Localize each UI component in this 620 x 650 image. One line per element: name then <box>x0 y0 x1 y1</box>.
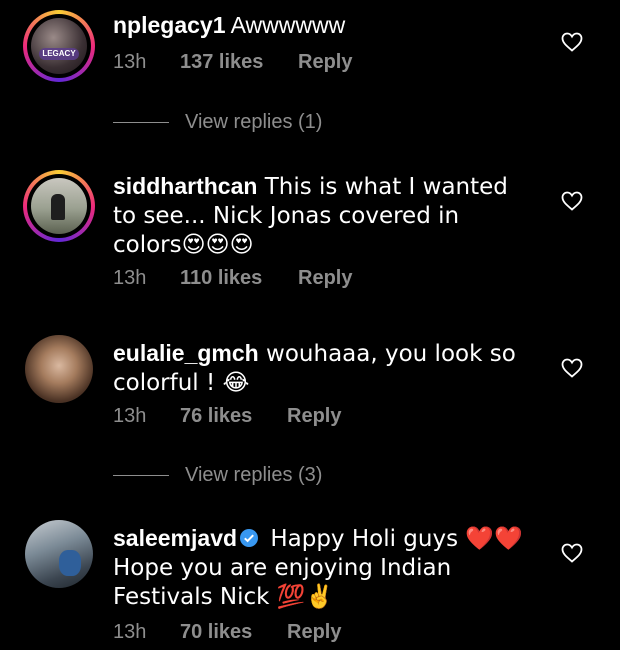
username[interactable]: saleemjavd <box>113 525 237 551</box>
username[interactable]: eulalie_gmch <box>113 340 259 366</box>
comment-text: saleemjavd Happy Holi guys ❤️❤️ Hope you… <box>113 524 533 611</box>
likes-count[interactable]: 70 likes <box>180 621 287 644</box>
comment-text: siddharthcan This is what I wanted to se… <box>113 172 533 259</box>
username[interactable]: nplegacy1 <box>113 12 226 38</box>
comment-meta: 13h 110 likes Reply <box>113 267 352 290</box>
likes-count[interactable]: 137 likes <box>180 51 298 74</box>
comment-text: nplegacy1 Awwwwww <box>113 11 533 39</box>
divider-line <box>113 122 169 123</box>
reply-button[interactable]: Reply <box>287 621 341 644</box>
heart-outline-icon[interactable] <box>560 541 584 565</box>
avatar[interactable] <box>25 335 93 403</box>
reply-button[interactable]: Reply <box>298 267 352 290</box>
avatar[interactable]: LEGACY <box>23 10 95 82</box>
view-replies-button[interactable]: View replies (1) <box>113 111 322 134</box>
comment-meta: 13h 76 likes Reply <box>113 405 341 428</box>
view-replies-button[interactable]: View replies (3) <box>113 464 322 487</box>
comment-text: eulalie_gmch wouhaaa, you look so colorf… <box>113 339 533 397</box>
avatar[interactable] <box>23 170 95 242</box>
comment-meta: 13h 137 likes Reply <box>113 51 352 74</box>
view-replies-label: View replies (1) <box>185 111 323 133</box>
heart-outline-icon[interactable] <box>560 189 584 213</box>
heart-outline-icon[interactable] <box>560 30 584 54</box>
timestamp: 13h <box>113 51 147 73</box>
avatar[interactable] <box>25 520 93 588</box>
username[interactable]: siddharthcan <box>113 173 257 199</box>
timestamp: 13h <box>113 621 147 643</box>
heart-outline-icon[interactable] <box>560 356 584 380</box>
divider-line <box>113 475 169 476</box>
likes-count[interactable]: 110 likes <box>180 267 298 290</box>
reply-button[interactable]: Reply <box>287 405 341 428</box>
view-replies-label: View replies (3) <box>185 464 323 486</box>
verified-badge-icon <box>240 529 259 547</box>
comment-meta: 13h 70 likes Reply <box>113 621 341 644</box>
avatar-badge: LEGACY <box>39 48 79 60</box>
reply-button[interactable]: Reply <box>298 51 352 74</box>
timestamp: 13h <box>113 267 147 289</box>
comment-body: Awwwwww <box>225 12 346 38</box>
likes-count[interactable]: 76 likes <box>180 405 287 428</box>
timestamp: 13h <box>113 405 147 427</box>
